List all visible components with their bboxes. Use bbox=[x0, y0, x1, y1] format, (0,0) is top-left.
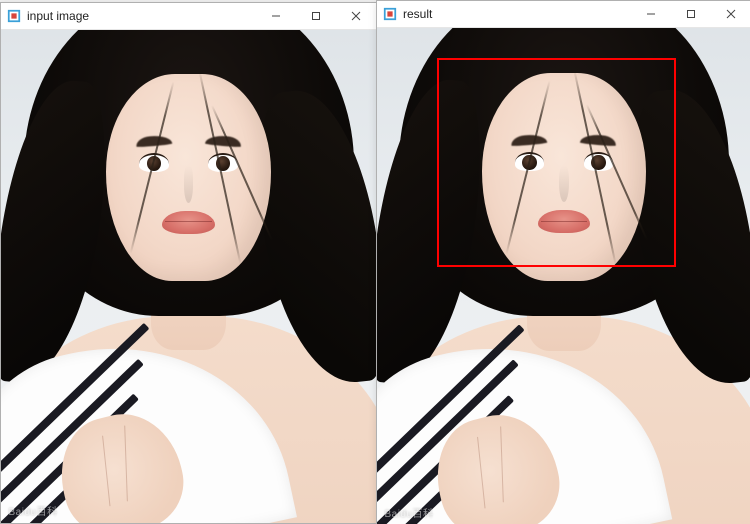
titlebar-input[interactable]: input image bbox=[1, 3, 376, 30]
maximize-button[interactable] bbox=[296, 3, 336, 29]
close-button[interactable] bbox=[711, 1, 750, 27]
image-viewport-result: Baidu百科 bbox=[377, 28, 750, 524]
cv-window-icon bbox=[7, 9, 21, 23]
minimize-icon bbox=[271, 11, 281, 21]
titlebar-result[interactable]: result bbox=[377, 1, 750, 28]
portrait-image: Baidu百科 bbox=[1, 30, 376, 523]
maximize-icon bbox=[311, 11, 321, 21]
maximize-icon bbox=[686, 9, 696, 19]
close-icon bbox=[726, 9, 736, 19]
window-controls bbox=[256, 3, 376, 29]
eyebrow-left bbox=[135, 135, 172, 148]
lips bbox=[538, 210, 591, 233]
nose bbox=[184, 165, 194, 202]
cv-window-icon bbox=[383, 7, 397, 21]
maximize-button[interactable] bbox=[671, 1, 711, 27]
eyebrow-left bbox=[511, 134, 548, 148]
window-result: result bbox=[376, 0, 750, 524]
window-controls bbox=[631, 1, 750, 27]
nose bbox=[559, 165, 569, 203]
eyebrow-right bbox=[205, 135, 242, 148]
minimize-icon bbox=[646, 9, 656, 19]
watermark: Baidu百科 bbox=[384, 505, 433, 520]
watermark: Baidu百科 bbox=[9, 503, 58, 518]
close-button[interactable] bbox=[336, 3, 376, 29]
lips bbox=[162, 211, 215, 234]
window-title: input image bbox=[27, 9, 89, 23]
close-icon bbox=[351, 11, 361, 21]
image-viewport-input: Baidu百科 bbox=[1, 30, 376, 523]
desktop: input image bbox=[0, 0, 750, 524]
window-title: result bbox=[403, 7, 432, 21]
window-input-image: input image bbox=[0, 2, 377, 524]
portrait-image: Baidu百科 bbox=[377, 28, 750, 524]
minimize-button[interactable] bbox=[631, 1, 671, 27]
minimize-button[interactable] bbox=[256, 3, 296, 29]
